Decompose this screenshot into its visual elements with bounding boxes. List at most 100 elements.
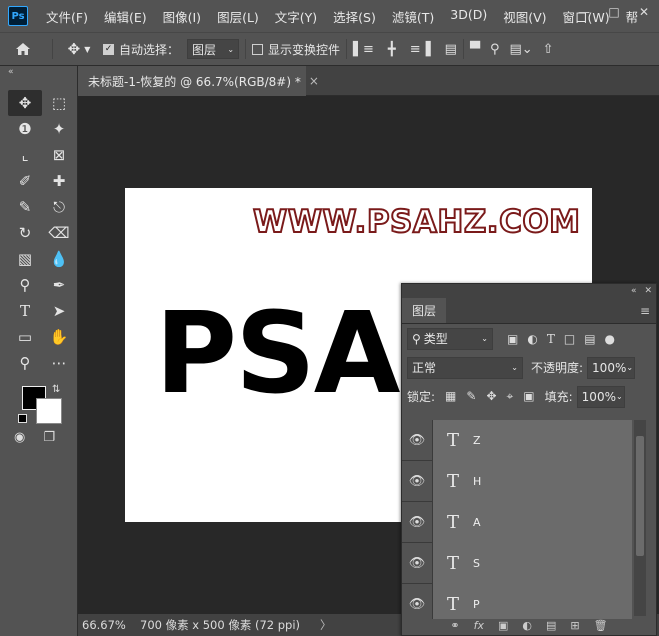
blend-mode-dropdown[interactable]: 正常 ⌄: [407, 356, 523, 379]
layer-row[interactable]: 👁 T A: [402, 501, 632, 543]
scrollbar-thumb[interactable]: [636, 436, 644, 556]
lasso-tool-icon[interactable]: ❶: [8, 116, 42, 142]
show-transform-checkbox[interactable]: [252, 43, 264, 55]
default-colors-icon[interactable]: [18, 414, 27, 423]
show-transform-option[interactable]: 显示变换控件: [252, 32, 340, 66]
eyedropper-tool-icon[interactable]: ✐: [8, 168, 42, 194]
maximize-icon[interactable]: □: [599, 0, 629, 24]
filter-shape-icon[interactable]: □: [564, 332, 575, 346]
layer-item[interactable]: T Z: [432, 420, 632, 461]
visibility-eye-icon[interactable]: 👁: [402, 543, 432, 584]
move-tool-icon[interactable]: ✥: [8, 90, 42, 116]
layer-row[interactable]: 👁 T S: [402, 542, 632, 584]
fill-input[interactable]: 100% ⌄: [576, 385, 625, 408]
minimize-icon[interactable]: —: [569, 0, 599, 24]
swap-colors-icon[interactable]: ⇅: [52, 384, 60, 395]
document-tab[interactable]: 未标题-1-恢复的 @ 66.7%(RGB/8#) * ×: [78, 66, 319, 96]
zoom-level[interactable]: 66.67%: [78, 618, 136, 632]
distribute-icon[interactable]: ▤: [445, 42, 457, 57]
layer-style-icon[interactable]: fx: [474, 619, 484, 635]
lock-transparent-icon[interactable]: ▦: [445, 389, 456, 404]
lock-all-icon[interactable]: ▣: [523, 389, 534, 404]
eraser-tool-icon[interactable]: ⌫: [42, 220, 76, 246]
auto-select-option[interactable]: ✓ 自动选择：: [103, 32, 179, 66]
menu-select[interactable]: 选择(S): [325, 7, 384, 26]
clone-stamp-tool-icon[interactable]: ⎋: [42, 194, 76, 220]
tab-layers[interactable]: 图层: [402, 298, 447, 323]
layer-row[interactable]: 👁 T Z: [402, 420, 632, 461]
background-color-swatch[interactable]: [36, 398, 62, 424]
layer-item[interactable]: T A: [432, 501, 632, 543]
auto-select-target-dropdown[interactable]: 图层 ⌄: [187, 39, 240, 59]
marquee-tool-icon[interactable]: ⬚: [42, 90, 76, 116]
menu-layer[interactable]: 图层(L): [209, 7, 267, 26]
filter-toggle-icon[interactable]: ●: [605, 332, 615, 346]
zoom-tool-icon[interactable]: ⚲: [8, 350, 42, 376]
path-selection-tool-icon[interactable]: ➤: [42, 298, 76, 324]
layer-row[interactable]: 👁 T H: [402, 460, 632, 502]
adjustment-layer-icon[interactable]: ◐: [522, 619, 532, 635]
lock-image-icon[interactable]: ✎: [466, 389, 476, 404]
auto-select-checkbox[interactable]: ✓: [103, 43, 114, 55]
visibility-eye-icon[interactable]: 👁: [402, 420, 432, 461]
dodge-tool-icon[interactable]: ⚲: [8, 272, 42, 298]
photoshop-logo[interactable]: Ps: [8, 6, 28, 26]
menu-filter[interactable]: 滤镜(T): [384, 7, 442, 26]
new-group-icon[interactable]: ▤: [546, 619, 556, 635]
panel-menu-icon[interactable]: ≡: [640, 298, 656, 323]
type-tool-icon[interactable]: T: [8, 298, 42, 324]
frame-tool-icon[interactable]: ⊠: [42, 142, 76, 168]
filter-kind-dropdown[interactable]: ⚲ 类型 ⌄: [407, 327, 493, 350]
close-tab-icon[interactable]: ×: [309, 74, 319, 88]
visibility-eye-icon[interactable]: 👁: [402, 584, 432, 621]
pen-tool-icon[interactable]: ✒: [42, 272, 76, 298]
filter-adjustment-icon[interactable]: ◐: [527, 332, 537, 346]
new-layer-icon[interactable]: ⊞: [570, 619, 579, 635]
screen-mode-icon[interactable]: ❐: [43, 430, 55, 445]
healing-brush-tool-icon[interactable]: ✚: [42, 168, 76, 194]
opacity-input[interactable]: 100% ⌄: [587, 356, 636, 379]
layer-item[interactable]: T H: [432, 460, 632, 502]
lock-position-icon[interactable]: ✥: [486, 389, 496, 404]
layers-scrollbar[interactable]: [634, 420, 646, 616]
add-mask-icon[interactable]: ▣: [498, 619, 508, 635]
filter-pixel-icon[interactable]: ▣: [507, 332, 518, 346]
align-top-icon[interactable]: ▀: [470, 42, 480, 57]
align-right-icon[interactable]: ≡▐: [410, 42, 431, 57]
history-brush-tool-icon[interactable]: ↻: [8, 220, 42, 246]
menu-type[interactable]: 文字(Y): [267, 7, 325, 26]
magic-wand-tool-icon[interactable]: ✦: [42, 116, 76, 142]
rectangle-tool-icon[interactable]: ▭: [8, 324, 42, 350]
visibility-eye-icon[interactable]: 👁: [402, 502, 432, 543]
delete-layer-icon[interactable]: 🗑: [594, 619, 608, 635]
blur-tool-icon[interactable]: 💧: [42, 246, 76, 272]
move-tool-preset-icon[interactable]: ✥ ▼: [59, 32, 99, 66]
search-icon[interactable]: ⚲: [490, 42, 500, 57]
menu-3d[interactable]: 3D(D): [442, 7, 495, 26]
more-tools-icon[interactable]: ⋯: [42, 350, 76, 376]
close-icon[interactable]: ✕: [629, 0, 659, 24]
layer-item[interactable]: T P: [432, 583, 632, 620]
gradient-tool-icon[interactable]: ▧: [8, 246, 42, 272]
brush-tool-icon[interactable]: ✎: [8, 194, 42, 220]
home-icon[interactable]: [0, 32, 46, 66]
lock-artboard-icon[interactable]: ⌖: [507, 389, 514, 404]
align-center-icon[interactable]: ╋: [388, 42, 396, 57]
hand-tool-icon[interactable]: ✋: [42, 324, 76, 350]
close-panel-icon[interactable]: ✕: [644, 286, 652, 296]
filter-type-icon[interactable]: T: [547, 332, 555, 346]
layer-row[interactable]: 👁 T P: [402, 583, 632, 621]
crop-tool-icon[interactable]: ⌞: [8, 142, 42, 168]
layer-item[interactable]: T S: [432, 542, 632, 584]
quick-mask-icon[interactable]: ◉: [14, 430, 25, 445]
menu-view[interactable]: 视图(V): [495, 7, 554, 26]
status-menu-arrow[interactable]: 〉: [320, 617, 332, 633]
link-layers-icon[interactable]: ⚭: [450, 619, 459, 635]
menu-file[interactable]: 文件(F): [38, 7, 96, 26]
collapse-icon[interactable]: «: [631, 286, 637, 296]
visibility-eye-icon[interactable]: 👁: [402, 461, 432, 502]
align-left-icon[interactable]: ▌≡: [353, 42, 374, 57]
menu-image[interactable]: 图像(I): [155, 7, 209, 26]
filter-smart-object-icon[interactable]: ▤: [584, 332, 595, 346]
workspace-icon[interactable]: ▤⌄: [509, 42, 532, 57]
